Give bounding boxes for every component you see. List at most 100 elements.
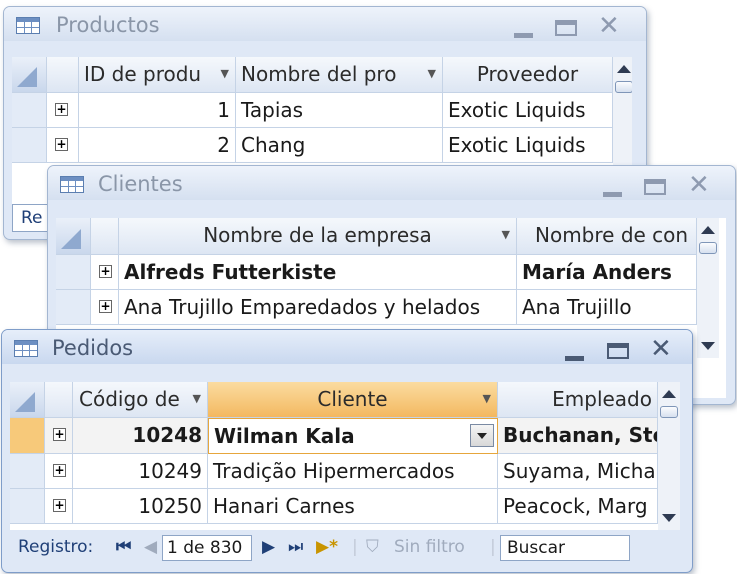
cell-contacto[interactable]: Ana Trujillo <box>517 290 697 325</box>
first-record-icon[interactable]: ⏮ <box>116 532 131 562</box>
minimize-icon[interactable] <box>603 192 622 197</box>
column-header-codigo[interactable]: Código de ▼ <box>73 382 208 418</box>
expand-cell[interactable]: + <box>47 93 79 128</box>
scroll-down-icon[interactable] <box>701 342 715 350</box>
cell-cliente-combo[interactable]: Wilman Kala <box>208 418 498 454</box>
expand-cell[interactable]: + <box>47 128 79 163</box>
cell-cliente[interactable]: Tradição Hipermercados <box>208 454 498 489</box>
column-header-proveedor[interactable]: Proveedor <box>443 57 613 93</box>
close-icon[interactable]: ✕ <box>598 13 620 39</box>
expand-plus-icon[interactable]: + <box>55 103 68 116</box>
scroll-up-icon[interactable] <box>617 65 631 73</box>
column-header-label: Proveedor <box>476 62 579 86</box>
filter-status[interactable]: Sin filtro <box>394 532 465 562</box>
cell-empresa[interactable]: Alfreds Futterkiste <box>119 255 517 290</box>
dropdown-arrow-icon[interactable]: ▼ <box>193 382 201 416</box>
cell-empresa[interactable]: Ana Trujillo Emparedados y helados <box>119 290 517 325</box>
cell-codigo[interactable]: 10249 <box>73 454 208 489</box>
last-record-icon[interactable]: ⏭ <box>288 532 303 562</box>
column-header-label: Código de <box>79 387 180 411</box>
window-title: Productos <box>56 13 160 37</box>
maximize-icon[interactable] <box>644 179 666 195</box>
row-selector[interactable] <box>12 128 47 163</box>
close-icon[interactable]: ✕ <box>650 336 672 362</box>
column-header-id[interactable]: ID de produ ▼ <box>79 57 236 93</box>
record-label: Re <box>21 208 43 228</box>
cell-nombre[interactable]: Tapias <box>236 93 443 128</box>
column-header-empleado[interactable]: Empleado <box>498 382 658 418</box>
cell-proveedor[interactable]: Exotic Liquids <box>443 93 613 128</box>
cell-id[interactable]: 2 <box>79 128 236 163</box>
select-all-cell[interactable] <box>10 382 45 418</box>
cell-cliente[interactable]: Hanari Carnes <box>208 489 498 524</box>
minimize-icon[interactable] <box>565 356 584 361</box>
expand-cell[interactable]: + <box>45 418 73 454</box>
column-header-cliente[interactable]: Cliente ▼ <box>208 382 498 418</box>
cell-id[interactable]: 1 <box>79 93 236 128</box>
vertical-scrollbar[interactable] <box>658 382 680 530</box>
cell-proveedor[interactable]: Exotic Liquids <box>443 128 613 163</box>
column-header-label: Nombre de con <box>535 223 689 247</box>
dropdown-arrow-icon[interactable]: ▼ <box>221 57 229 91</box>
row-selector[interactable] <box>10 489 45 524</box>
clientes-titlebar[interactable]: Clientes ✕ <box>48 166 735 200</box>
dropdown-arrow-icon[interactable]: ▼ <box>428 57 436 91</box>
filter-icon[interactable]: ⛉ <box>366 532 379 562</box>
row-selector[interactable] <box>12 93 47 128</box>
scroll-thumb[interactable] <box>660 406 678 418</box>
dropdown-arrow-icon[interactable]: ▼ <box>483 382 491 416</box>
expand-plus-icon[interactable]: + <box>99 265 112 278</box>
row-selector-current[interactable] <box>10 418 45 454</box>
pedidos-window: Pedidos ✕ Código de ▼ Cliente ▼ Empleado +… <box>1 329 693 573</box>
expand-plus-icon[interactable]: + <box>53 499 66 512</box>
row-selector[interactable] <box>56 290 91 325</box>
column-header-label: Cliente <box>317 387 388 411</box>
expand-header <box>91 218 119 255</box>
expand-plus-icon[interactable]: + <box>99 300 112 313</box>
cell-empleado[interactable]: Suyama, Micha <box>498 454 658 489</box>
expand-cell[interactable]: + <box>91 255 119 290</box>
scroll-up-icon[interactable] <box>701 226 715 234</box>
cell-empleado[interactable]: Buchanan, Ste <box>498 418 658 454</box>
combo-dropdown-icon[interactable] <box>470 424 494 447</box>
maximize-icon[interactable] <box>607 343 629 359</box>
scroll-thumb[interactable] <box>615 81 632 93</box>
table-icon <box>60 176 84 193</box>
previous-record-icon[interactable]: ◀ <box>144 532 157 562</box>
row-selector[interactable] <box>56 255 91 290</box>
record-position-input[interactable]: 1 de 830 <box>162 535 252 561</box>
expand-plus-icon[interactable]: + <box>55 138 68 151</box>
cell-contacto[interactable]: María Anders <box>517 255 697 290</box>
select-all-cell[interactable] <box>12 57 47 93</box>
expand-cell[interactable]: + <box>45 454 73 489</box>
scroll-down-icon[interactable] <box>662 514 676 522</box>
pedidos-titlebar[interactable]: Pedidos ✕ <box>2 330 692 364</box>
maximize-icon[interactable] <box>555 20 577 36</box>
minimize-icon[interactable] <box>514 33 533 38</box>
expand-plus-icon[interactable]: + <box>53 428 66 441</box>
cell-codigo[interactable]: 10250 <box>73 489 208 524</box>
close-icon[interactable]: ✕ <box>688 172 710 198</box>
expand-cell[interactable]: + <box>91 290 119 325</box>
expand-cell[interactable]: + <box>45 489 73 524</box>
cell-nombre[interactable]: Chang <box>236 128 443 163</box>
row-selector[interactable] <box>10 454 45 489</box>
select-all-cell[interactable] <box>56 218 91 255</box>
column-header-empresa[interactable]: Nombre de la empresa ▼ <box>119 218 517 255</box>
next-record-icon[interactable]: ▶ <box>262 532 275 562</box>
new-record-icon[interactable]: ▶* <box>316 532 338 562</box>
scroll-up-icon[interactable] <box>662 390 676 398</box>
vertical-scrollbar[interactable] <box>697 218 719 358</box>
expand-plus-icon[interactable]: + <box>53 464 66 477</box>
scroll-thumb[interactable] <box>699 242 717 254</box>
column-header-contacto[interactable]: Nombre de con <box>517 218 697 255</box>
cell-codigo[interactable]: 10248 <box>73 418 208 454</box>
record-position-value: 1 de 830 <box>167 538 243 558</box>
record-navigation-bar: Registro: ⏮ ◀ 1 de 830 ▶ ⏭ ▶* | ⛉ Sin fi… <box>10 532 660 564</box>
record-navigation: Re <box>12 204 52 232</box>
productos-titlebar[interactable]: Productos ✕ <box>4 7 646 41</box>
dropdown-arrow-icon[interactable]: ▼ <box>502 218 510 252</box>
cell-empleado[interactable]: Peacock, Marg <box>498 489 658 524</box>
column-header-nombre[interactable]: Nombre del pro ▼ <box>236 57 443 93</box>
search-input[interactable]: Buscar <box>500 535 630 561</box>
